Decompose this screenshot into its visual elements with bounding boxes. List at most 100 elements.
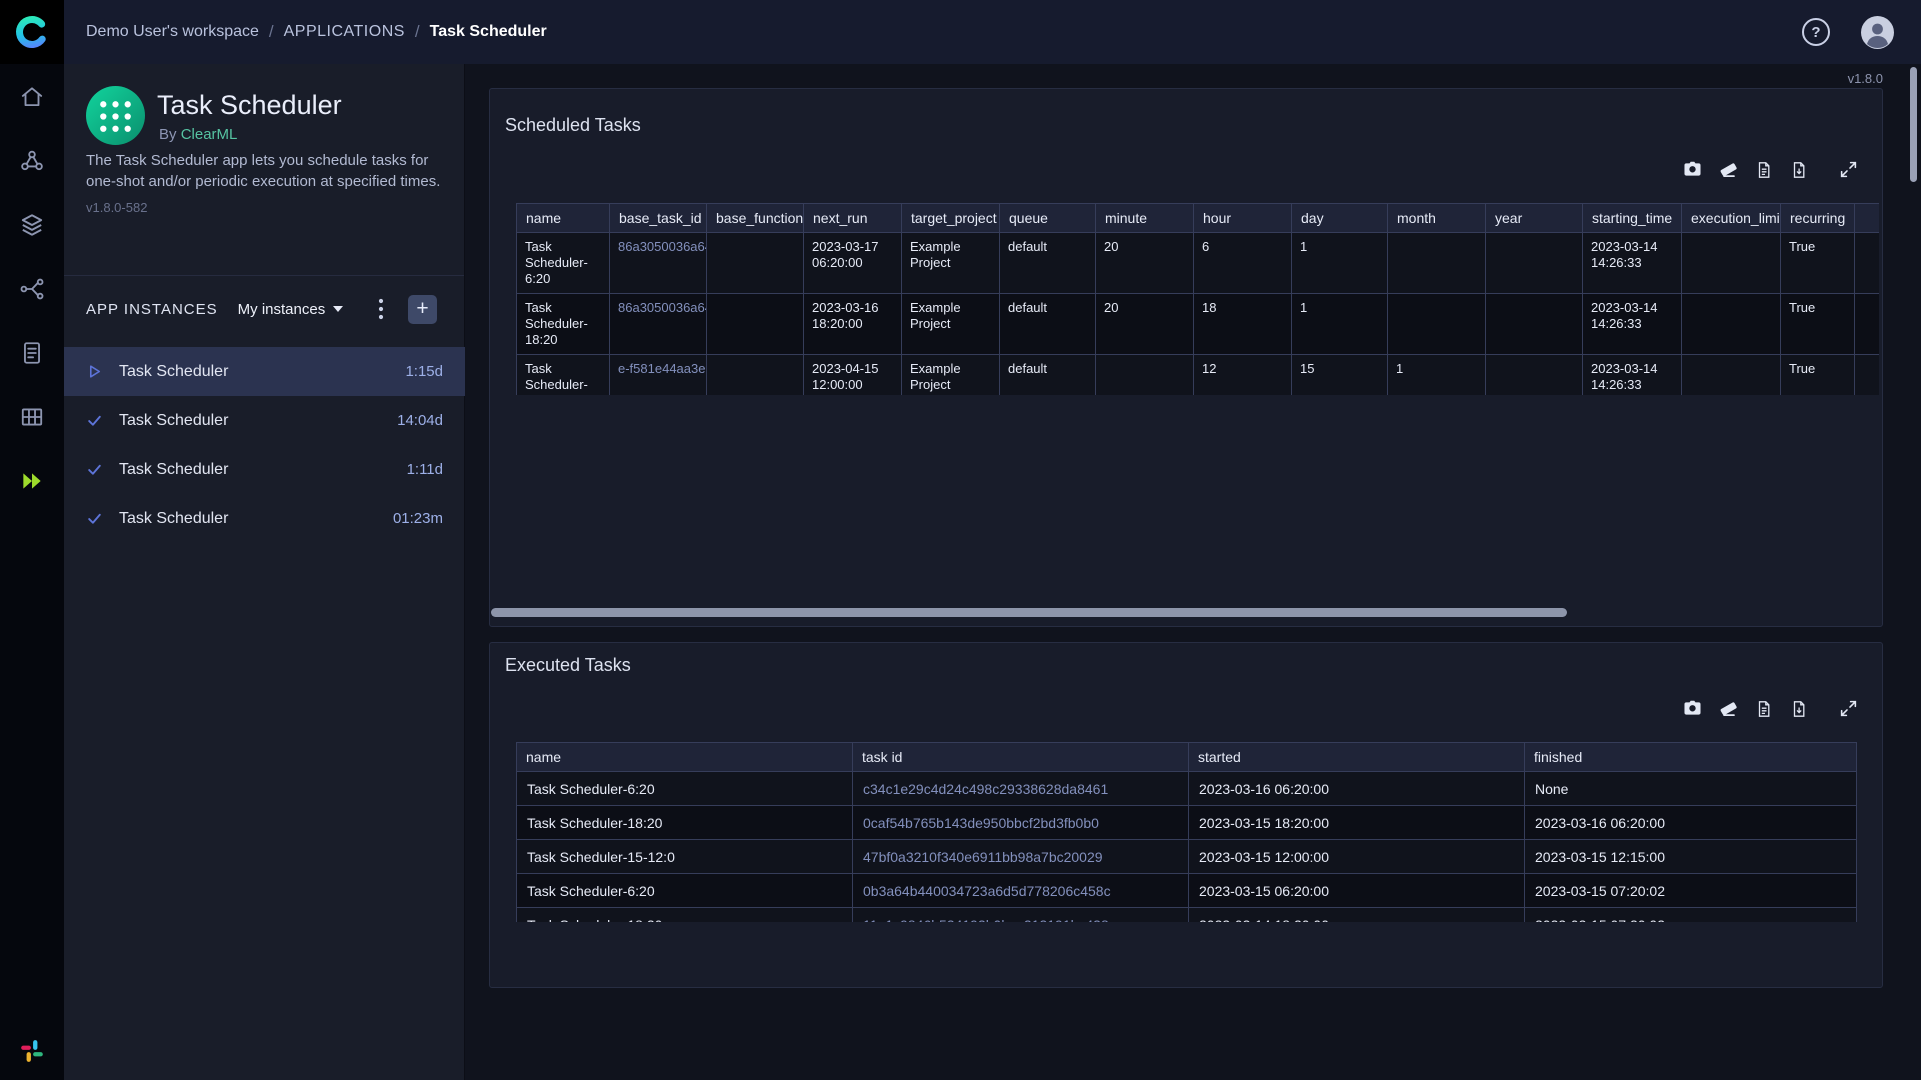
instance-label: Task Scheduler xyxy=(119,411,229,429)
task-id-cell[interactable]: 0caf54b765b143de950bbcf2bd3fb0b0 xyxy=(852,805,1189,840)
table-cell xyxy=(1681,354,1781,395)
instances-filter-dropdown[interactable]: My instances xyxy=(238,301,344,318)
column-header: starting_time xyxy=(1582,203,1682,233)
table-cell xyxy=(1854,232,1879,294)
reports-icon[interactable] xyxy=(18,340,46,366)
instance-row[interactable]: Task Scheduler 1:11d xyxy=(64,445,465,494)
slack-icon[interactable] xyxy=(18,1038,46,1064)
pipelines-icon[interactable] xyxy=(18,276,46,302)
eraser-icon[interactable] xyxy=(1719,160,1738,179)
task-id-cell[interactable]: 11a1c9846b534193b0bec213191bc438 xyxy=(852,907,1189,922)
task-id-cell[interactable]: 86a3050036a64 xyxy=(609,293,707,355)
task-id-cell[interactable]: 47bf0a3210f340e6911bb98a7bc20029 xyxy=(852,839,1189,874)
help-icon[interactable] xyxy=(1802,18,1830,46)
column-header: month xyxy=(1387,203,1486,233)
breadcrumb-applications[interactable]: APPLICATIONS xyxy=(284,23,405,41)
table-cell: Task Scheduler-15-12:0 xyxy=(516,839,853,874)
table-cell: 20 xyxy=(1095,232,1194,294)
workers-queues-icon[interactable] xyxy=(18,404,46,430)
breadcrumb-workspace[interactable]: Demo User's workspace xyxy=(86,23,259,41)
breadcrumb-current: Task Scheduler xyxy=(429,23,547,40)
download-csv-icon[interactable] xyxy=(1755,700,1773,718)
task-id-cell[interactable]: c34c1e29c4d24c498c29338628da8461 xyxy=(852,771,1189,806)
table-cell xyxy=(1854,354,1879,395)
camera-icon[interactable] xyxy=(1683,699,1702,718)
task-id-cell[interactable]: 86a3050036a64 xyxy=(609,232,707,294)
task-scheduler-app-icon xyxy=(86,86,145,145)
task-id-cell[interactable]: e-f581e44aa3ee xyxy=(609,354,707,395)
app-version-label: v1.8.0 xyxy=(1847,71,1883,86)
play-icon xyxy=(86,363,106,380)
column-header: recurring xyxy=(1780,203,1855,233)
add-instance-button[interactable] xyxy=(408,294,437,324)
scheduled-tasks-table: name base_task_id base_function next_run tar… xyxy=(516,203,1879,395)
table-row: Task Scheduler-15-12:0e-f581e44aa3ee 2023… xyxy=(516,354,1879,395)
home-icon[interactable] xyxy=(18,84,46,110)
table-cell: 2023-03-14 14:26:33 xyxy=(1582,293,1682,355)
table-cell xyxy=(1485,232,1583,294)
instance-row[interactable]: Task Scheduler 14:04d xyxy=(64,396,465,445)
kebab-menu-icon[interactable] xyxy=(370,296,392,322)
camera-icon[interactable] xyxy=(1683,160,1702,179)
column-header: base_function xyxy=(706,203,804,233)
horizontal-scrollbar[interactable] xyxy=(491,608,1567,617)
table-cell: default xyxy=(999,232,1096,294)
maximize-icon[interactable] xyxy=(1839,699,1858,718)
column-header: name xyxy=(516,742,853,772)
app-title: Task Scheduler xyxy=(157,90,342,120)
download-csv-icon[interactable] xyxy=(1755,161,1773,179)
check-icon xyxy=(86,510,106,527)
app-description: The Task Scheduler app lets you schedule… xyxy=(86,152,441,190)
app-byline: By ClearML xyxy=(159,126,237,143)
instance-row[interactable]: Task Scheduler 01:23m xyxy=(64,494,465,543)
table-cell: 2023-03-14 14:26:33 xyxy=(1582,354,1682,395)
avatar[interactable] xyxy=(1860,15,1895,50)
column-header: year xyxy=(1485,203,1583,233)
table-cell: 15 xyxy=(1291,354,1388,395)
table-cell: Task Scheduler-18:20 xyxy=(516,293,610,355)
table-cell: True xyxy=(1780,354,1855,395)
datasets-icon[interactable] xyxy=(18,212,46,238)
table-cell xyxy=(706,354,804,395)
page-scrollbar[interactable] xyxy=(1910,67,1917,182)
clearml-logo-icon[interactable] xyxy=(0,0,64,64)
task-id-cell[interactable]: 0b3a64b440034723a6d5d778206c458c xyxy=(852,873,1189,908)
table-cell: 18 xyxy=(1193,293,1292,355)
table-row: Task Scheduler-15-12:0 47bf0a3210f340e691… xyxy=(516,839,1857,874)
byline-brand-link[interactable]: ClearML xyxy=(181,126,238,143)
scheduled-tasks-panel: Scheduled Tasks name base_task_id base_f… xyxy=(489,88,1883,627)
table-cell: 1 xyxy=(1291,293,1388,355)
table-cell: default xyxy=(999,354,1096,395)
table-cell xyxy=(1681,232,1781,294)
breadcrumb: Demo User's workspace / APPLICATIONS / T… xyxy=(86,22,547,42)
table-cell: True xyxy=(1780,293,1855,355)
download-file-icon[interactable] xyxy=(1790,700,1808,718)
applications-icon[interactable] xyxy=(18,468,46,494)
column-header: name xyxy=(516,203,610,233)
projects-icon[interactable] xyxy=(18,148,46,174)
widget-toolbar xyxy=(1683,699,1858,718)
scrollbar-track xyxy=(491,608,1881,617)
column-header: minute xyxy=(1095,203,1194,233)
table-cell: 1 xyxy=(1387,354,1486,395)
table-row: Task Scheduler-18:20 86a3050036a64 2023-03… xyxy=(516,293,1879,355)
maximize-icon[interactable] xyxy=(1839,160,1858,179)
table-cell xyxy=(1485,354,1583,395)
column-header: finished xyxy=(1524,742,1857,772)
table-row: Task Scheduler-18:2011a1c9846b534193b0be… xyxy=(516,907,1857,922)
table-cell: 20 xyxy=(1095,293,1194,355)
table-row: Task Scheduler-6:20 0b3a64b440034723a6d5d… xyxy=(516,873,1857,908)
table-cell: 2023-03-15 12:15:00 xyxy=(1524,839,1857,874)
eraser-icon[interactable] xyxy=(1719,699,1738,718)
instance-row[interactable]: Task Scheduler 1:15d xyxy=(64,347,465,396)
table-cell xyxy=(1095,354,1194,395)
table-cell: 12 xyxy=(1193,354,1292,395)
table-row: Task Scheduler-6:20 c34c1e29c4d24c498c293… xyxy=(516,771,1857,806)
executed-tasks-table: name task id started finished Task Scheduler… xyxy=(516,742,1857,922)
column-header: next_run xyxy=(803,203,902,233)
table-cell xyxy=(1485,293,1583,355)
topbar-actions xyxy=(1802,15,1895,50)
byline-prefix: By xyxy=(159,126,177,143)
download-file-icon[interactable] xyxy=(1790,161,1808,179)
table-cell xyxy=(706,232,804,294)
